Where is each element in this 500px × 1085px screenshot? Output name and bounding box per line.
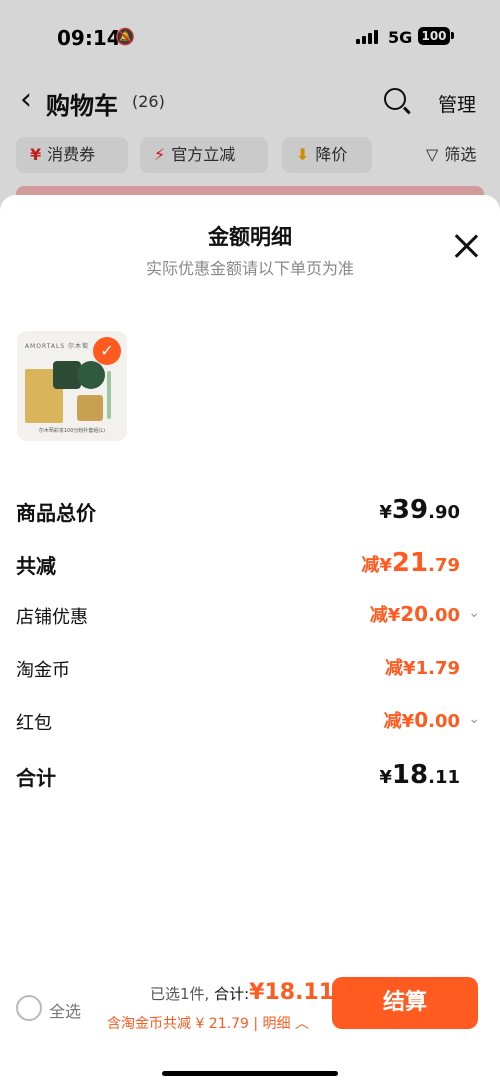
chevron-down-icon[interactable]: ⌄ [468,711,480,727]
product-caption: 尔木萄彩妆100分粉扑套组(L) [38,428,106,434]
row-value: 减¥0.00 [383,708,460,732]
close-icon[interactable] [453,233,479,259]
row-red-packet[interactable]: 红包 减¥0.00 ⌄ [16,707,484,737]
row-value: 减¥21.79 [361,548,460,578]
discount-text: 含淘金币共减 ¥ 21.79 | 明细 [107,1016,291,1032]
amount-detail-sheet: 金额明细 实际优惠金额请以下单页为准 AMORTALS 尔木萄 尔木萄彩妆100… [0,195,500,1085]
product-brand: AMORTALS 尔木萄 [24,343,90,350]
total-label: 合计: [214,985,250,1003]
total-amount: ¥18.11 [249,980,335,1005]
row-shop-discount[interactable]: 店铺优惠 减¥20.00 ⌄ [16,601,484,631]
home-indicator [162,1071,338,1076]
product-stick [107,371,111,419]
row-label: 店铺优惠 [16,607,88,628]
sheet-subtitle: 实际优惠金额请以下单页为准 [145,259,354,278]
check-icon[interactable]: ✓ [93,337,121,365]
row-taobao-coins: 淘金币 减¥1.79 [16,654,484,684]
row-value: 减¥20.00 [369,602,460,626]
order-summary: 已选1件, 合计:¥18.11 [150,980,334,1005]
row-label: 红包 [16,713,52,734]
sheet-title: 金额明细 [208,225,292,249]
discount-detail-link[interactable]: 含淘金币共减 ¥ 21.79 | 明细 ︿ [107,1013,309,1033]
chevron-down-icon[interactable]: ⌄ [468,605,480,621]
row-label: 合计 [16,766,56,790]
row-label: 淘金币 [16,660,70,681]
product-compact [77,395,103,421]
select-all-label[interactable]: 全选 [49,998,81,1022]
chevron-up-icon: ︿ [290,1016,309,1032]
row-value: ¥39.90 [379,495,460,525]
select-all-radio[interactable] [16,995,42,1021]
product-puff [77,361,105,389]
row-total-price: 商品总价 ¥39.90 [16,495,484,525]
selected-count: 已选1件, [150,985,210,1003]
row-label: 共减 [16,554,56,578]
row-value: ¥18.11 [379,760,460,790]
row-value: 减¥1.79 [385,658,460,679]
row-total-discount: 共减 减¥21.79 [16,548,484,578]
row-label: 商品总价 [16,501,96,525]
row-grand-total: 合计 ¥18.11 [16,760,484,790]
checkout-button[interactable]: 结算 [332,977,478,1029]
